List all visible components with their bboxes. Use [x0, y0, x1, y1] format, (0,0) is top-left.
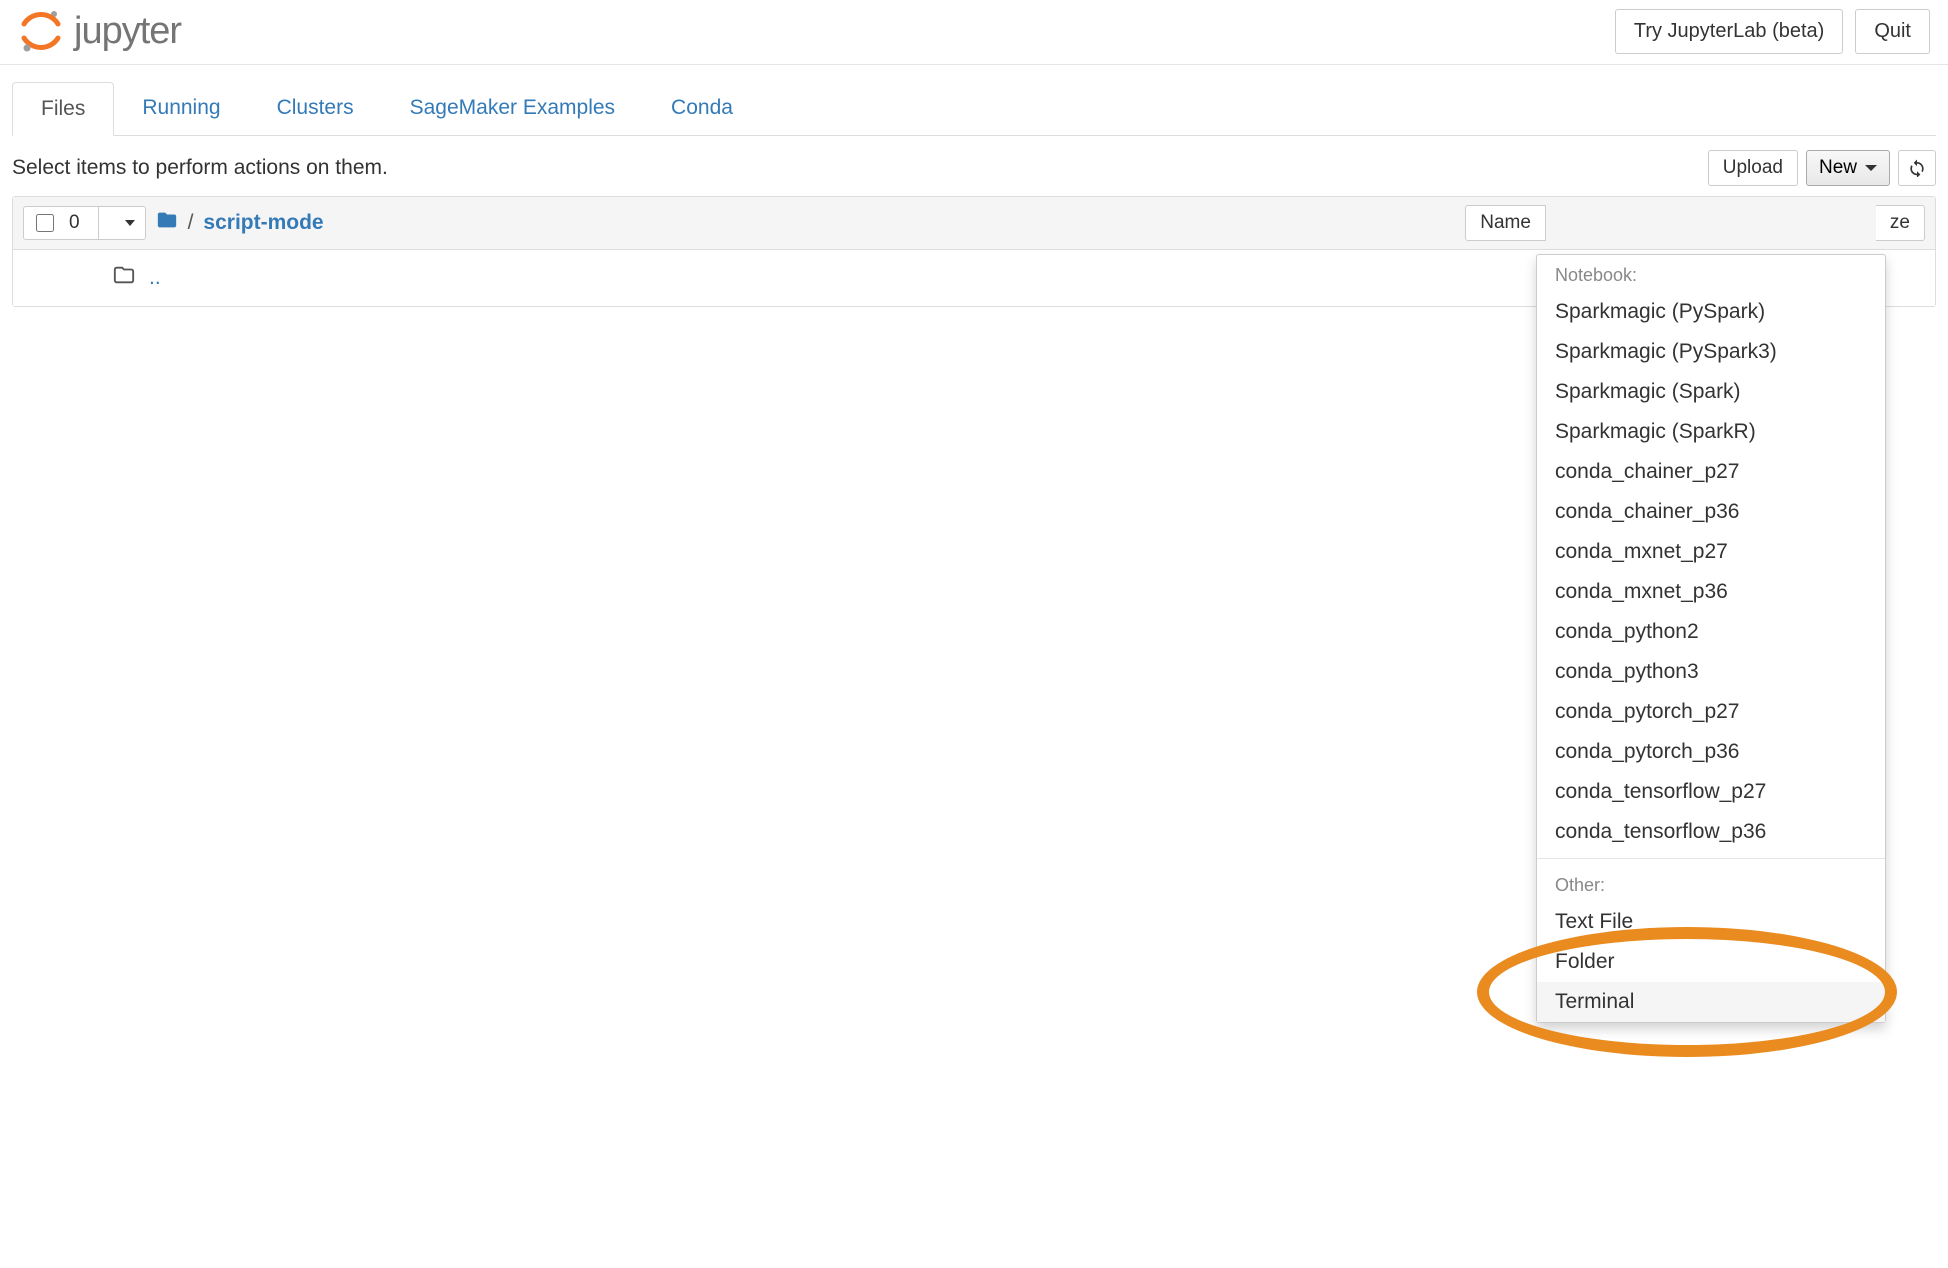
- sort-size-button-tail[interactable]: ze: [1876, 205, 1925, 241]
- new-dropdown-button[interactable]: New: [1806, 150, 1890, 186]
- dropdown-section-other: Other:: [1537, 865, 1885, 902]
- tabs-container: Files Running Clusters SageMaker Example…: [0, 65, 1948, 136]
- select-all-control[interactable]: 0: [23, 206, 146, 240]
- breadcrumb-sep: /: [188, 211, 194, 235]
- dropdown-divider: [1537, 858, 1885, 859]
- folder-icon[interactable]: [156, 209, 178, 237]
- updir-link[interactable]: ..: [149, 266, 161, 290]
- jupyter-logo-text: jupyter: [74, 10, 181, 53]
- refresh-button[interactable]: [1898, 150, 1936, 186]
- dropdown-item[interactable]: Sparkmagic (PySpark3): [1537, 332, 1885, 372]
- divider: [98, 207, 99, 239]
- dropdown-item[interactable]: conda_python3: [1537, 652, 1885, 692]
- try-jupyterlab-button[interactable]: Try JupyterLab (beta): [1615, 9, 1843, 54]
- dropdown-item[interactable]: Sparkmagic (SparkR): [1537, 412, 1885, 452]
- header: jupyter Try JupyterLab (beta) Quit: [0, 0, 1948, 65]
- header-buttons: Try JupyterLab (beta) Quit: [1615, 9, 1930, 54]
- listing-header: 0 / script-mode Name ze: [13, 197, 1935, 250]
- dropdown-item-text-file[interactable]: Text File: [1537, 902, 1885, 942]
- breadcrumb: / script-mode: [156, 209, 324, 237]
- new-dropdown-menu: Notebook: Sparkmagic (PySpark) Sparkmagi…: [1536, 254, 1886, 1023]
- dropdown-item[interactable]: Sparkmagic (PySpark): [1537, 292, 1885, 332]
- tab-conda[interactable]: Conda: [643, 82, 761, 136]
- new-label: New: [1819, 157, 1857, 179]
- dropdown-item[interactable]: conda_mxnet_p27: [1537, 532, 1885, 572]
- dropdown-item[interactable]: conda_chainer_p27: [1537, 452, 1885, 492]
- dropdown-item[interactable]: conda_pytorch_p36: [1537, 732, 1885, 772]
- caret-down-icon: [1865, 165, 1877, 171]
- dropdown-item[interactable]: conda_tensorflow_p36: [1537, 812, 1885, 852]
- jupyter-logo[interactable]: jupyter: [18, 8, 181, 54]
- dropdown-item[interactable]: Sparkmagic (Spark): [1537, 372, 1885, 412]
- dropdown-item[interactable]: conda_python2: [1537, 612, 1885, 652]
- dropdown-item[interactable]: conda_tensorflow_p27: [1537, 772, 1885, 812]
- tab-sagemaker-examples[interactable]: SageMaker Examples: [382, 82, 643, 136]
- quit-button[interactable]: Quit: [1855, 9, 1930, 54]
- tab-files[interactable]: Files: [12, 82, 114, 136]
- sort-name-button[interactable]: Name: [1465, 205, 1546, 241]
- toolbar-row: Select items to perform actions on them.…: [0, 136, 1948, 196]
- dropdown-item[interactable]: conda_mxnet_p36: [1537, 572, 1885, 612]
- dropdown-section-notebook: Notebook:: [1537, 255, 1885, 292]
- breadcrumb-current[interactable]: script-mode: [203, 211, 323, 235]
- folder-outline-icon: [113, 264, 135, 292]
- right-tools: Upload New: [1708, 150, 1936, 186]
- selected-count: 0: [65, 212, 84, 234]
- tab-running[interactable]: Running: [114, 82, 248, 136]
- dropdown-item[interactable]: conda_chainer_p36: [1537, 492, 1885, 532]
- dropdown-item[interactable]: conda_pytorch_p27: [1537, 692, 1885, 732]
- dropdown-item-folder[interactable]: Folder: [1537, 942, 1885, 982]
- tab-clusters[interactable]: Clusters: [249, 82, 382, 136]
- dropdown-item-terminal[interactable]: Terminal: [1537, 982, 1885, 1022]
- select-all-checkbox[interactable]: [36, 214, 54, 232]
- tabs: Files Running Clusters SageMaker Example…: [12, 81, 1936, 136]
- refresh-icon: [1907, 157, 1927, 180]
- action-prompt: Select items to perform actions on them.: [12, 156, 388, 180]
- caret-down-icon: [125, 220, 135, 226]
- upload-button[interactable]: Upload: [1708, 150, 1798, 186]
- jupyter-logo-icon: [18, 8, 64, 54]
